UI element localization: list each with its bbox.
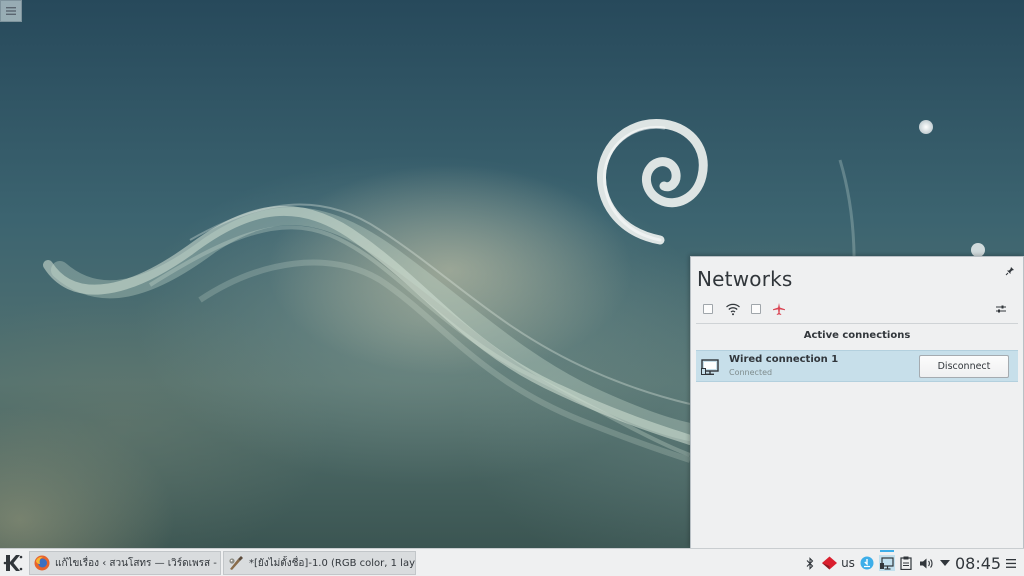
section-header: Active connections [803, 330, 911, 341]
gimp-icon [229, 556, 243, 570]
networks-toolbar [691, 299, 1023, 319]
input-method-icon[interactable] [819, 549, 839, 576]
desktop-menu-button[interactable] [0, 0, 22, 22]
connection-status: Connected [729, 368, 773, 377]
connection-item-wired-1[interactable]: Wired connection 1 Connected Disconnect [696, 350, 1018, 382]
digital-clock[interactable]: 08:45 [955, 549, 1001, 576]
airplane-mode-icon[interactable] [772, 302, 786, 316]
networks-popup: Networks Active connections Wired connec… [690, 256, 1024, 548]
disconnect-button[interactable]: Disconnect [919, 355, 1009, 378]
task-label: แก้ไขเรื่อง ‹ สวนโสทร — เวิร์ดเพรส - ... [55, 557, 220, 569]
connection-name: Wired connection 1 [729, 354, 839, 365]
updates-icon[interactable] [858, 549, 876, 576]
wired-toggle-checkbox[interactable] [701, 302, 715, 316]
pin-icon[interactable] [1005, 266, 1015, 276]
taskbar: แก้ไขเรื่อง ‹ สวนโสทร — เวิร์ดเพรส - ...… [0, 548, 1024, 576]
volume-icon[interactable] [917, 549, 935, 576]
firefox-icon [34, 555, 50, 571]
configure-sliders-icon[interactable] [994, 302, 1008, 316]
bluetooth-icon[interactable] [803, 549, 817, 576]
task-firefox[interactable]: แก้ไขเรื่อง ‹ สวนโสทร — เวิร์ดเพรส - ... [29, 551, 221, 575]
kde-logo-icon[interactable] [2, 552, 24, 574]
expand-tray-arrow-icon[interactable] [937, 549, 953, 576]
task-gimp[interactable]: *[ยังไม่ตั้งชื่อ]-1.0 (RGB color, 1 laye… [223, 551, 416, 575]
task-label: *[ยังไม่ตั้งชื่อ]-1.0 (RGB color, 1 laye… [249, 557, 415, 569]
toolbar-divider [696, 323, 1018, 324]
clipboard-icon[interactable] [897, 549, 915, 576]
keyboard-layout-indicator[interactable]: us [839, 549, 857, 576]
network-status-icon[interactable] [878, 549, 896, 576]
panel-options-icon[interactable] [1003, 549, 1019, 576]
wifi-icon [725, 302, 741, 316]
hamburger-menu-icon [6, 7, 16, 15]
wired-network-icon [701, 359, 719, 375]
popup-title: Networks [697, 267, 793, 291]
wifi-toggle-checkbox[interactable] [749, 302, 763, 316]
